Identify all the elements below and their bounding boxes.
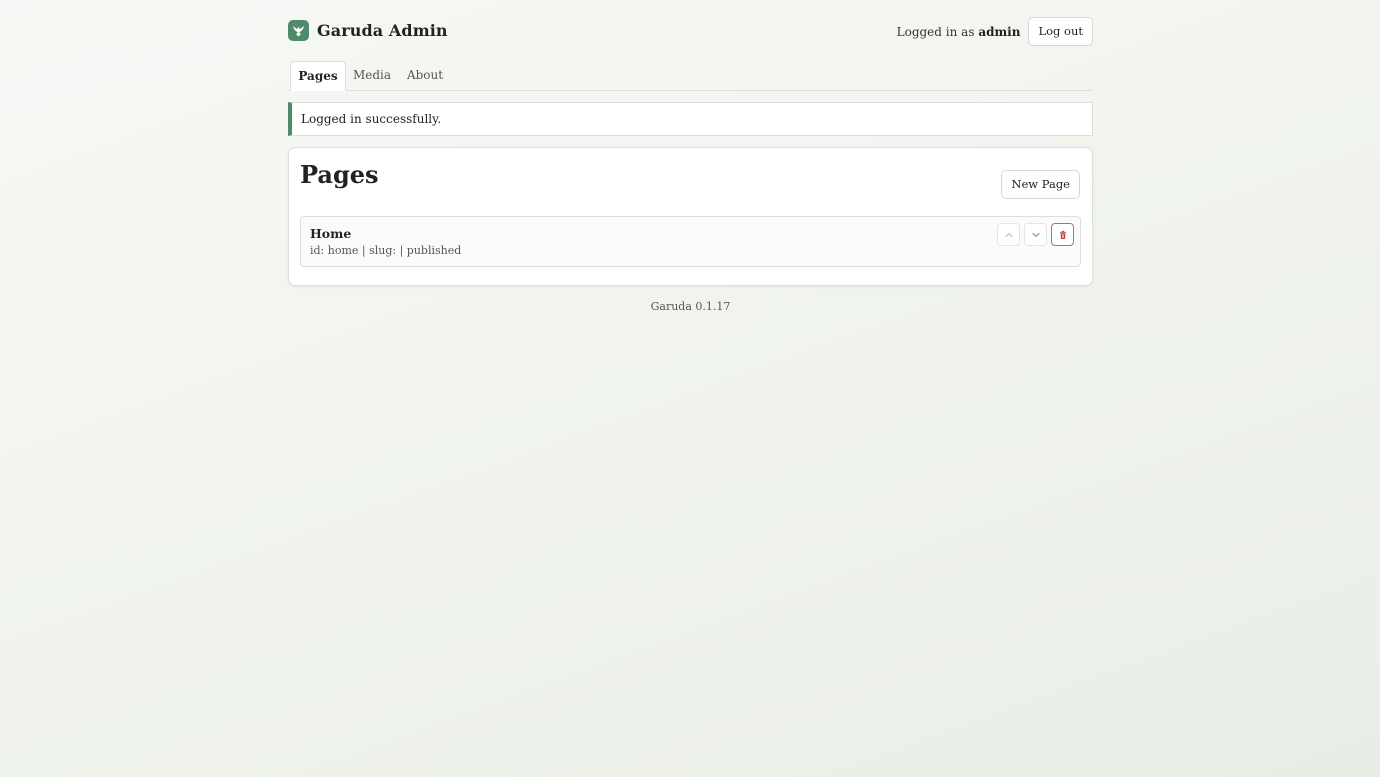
list-item[interactable]: Home id: home | slug: | published <box>300 216 1081 267</box>
page-item-title[interactable]: Home <box>310 226 351 241</box>
logout-button[interactable]: Log out <box>1028 17 1093 46</box>
app-container: Garuda Admin Logged in as admin Log out … <box>288 0 1093 313</box>
login-prefix: Logged in as <box>896 24 975 39</box>
tab-about[interactable]: About <box>405 61 445 91</box>
footer-version: Garuda 0.1.17 <box>650 300 731 313</box>
login-status: Logged in as admin <box>897 25 1021 39</box>
tab-bar: Pages Media About <box>288 61 1093 91</box>
chevron-down-icon <box>1031 232 1040 237</box>
delete-button[interactable] <box>1051 223 1074 246</box>
trash-icon <box>1059 230 1066 239</box>
page-title: Pages <box>300 160 379 189</box>
tab-media[interactable]: Media <box>352 61 392 91</box>
move-down-button[interactable] <box>1024 223 1047 246</box>
header: Garuda Admin Logged in as admin Log out <box>288 0 1093 62</box>
row-actions <box>993 223 1074 246</box>
username: admin <box>978 24 1021 39</box>
user-area: Logged in as admin Log out <box>897 17 1093 46</box>
chevron-up-icon <box>1004 232 1013 237</box>
pages-panel: Pages New Page Home id: home | slug: | p… <box>288 147 1093 286</box>
page-item-meta: id: home | slug: | published <box>310 244 462 257</box>
tab-pages[interactable]: Pages <box>290 61 346 91</box>
garuda-logo-icon <box>288 20 309 41</box>
flash-message: Logged in successfully. <box>288 102 1093 136</box>
new-page-button[interactable]: New Page <box>1001 170 1080 199</box>
move-up-button[interactable] <box>997 223 1020 246</box>
brand[interactable]: Garuda Admin <box>288 20 448 41</box>
brand-title: Garuda Admin <box>317 21 448 40</box>
